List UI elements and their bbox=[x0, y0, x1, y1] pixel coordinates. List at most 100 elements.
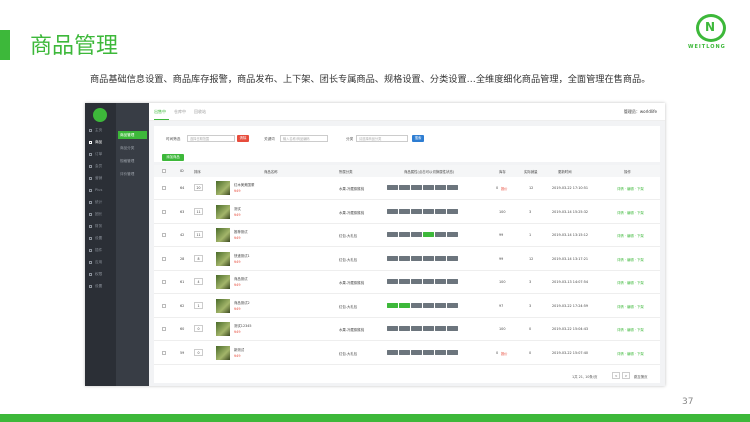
add-product-button[interactable]: 添加商品 bbox=[162, 154, 184, 161]
product-name[interactable]: 红木美美国董 bbox=[234, 182, 254, 187]
row-checkbox[interactable] bbox=[162, 280, 166, 284]
sidebar-item[interactable]: Plus bbox=[85, 185, 116, 195]
row-checkbox[interactable] bbox=[162, 327, 166, 331]
sidebar-item[interactable]: 插件 bbox=[85, 245, 116, 255]
attribute-toggle[interactable] bbox=[423, 255, 434, 261]
keyword-input[interactable]: 输入名称/商品编码 bbox=[280, 135, 328, 142]
attribute-toggle[interactable] bbox=[423, 279, 434, 284]
attribute-toggle[interactable] bbox=[423, 185, 434, 190]
attribute-toggle[interactable] bbox=[447, 349, 458, 355]
attribute-toggle[interactable] bbox=[435, 326, 446, 331]
sort-input[interactable]: 20 bbox=[194, 184, 203, 191]
col-sold[interactable]: 实际销量 bbox=[524, 169, 538, 174]
row-checkbox[interactable] bbox=[162, 186, 166, 190]
attribute-toggle[interactable] bbox=[447, 279, 458, 284]
subnav-item[interactable]: 规格管理 bbox=[118, 157, 147, 165]
row-checkbox[interactable] bbox=[162, 209, 166, 214]
attribute-toggle[interactable] bbox=[411, 185, 422, 190]
sidebar-item[interactable]: 统计 bbox=[85, 197, 116, 207]
attribute-toggle[interactable] bbox=[399, 208, 410, 214]
attribute-toggle[interactable] bbox=[411, 208, 422, 214]
sort-input[interactable]: 1 bbox=[194, 301, 203, 309]
attribute-toggle[interactable] bbox=[399, 302, 410, 308]
subnav-item[interactable]: 评价管理 bbox=[118, 170, 147, 178]
sidebar-item[interactable]: 财务 bbox=[85, 221, 116, 231]
attribute-toggle[interactable] bbox=[435, 302, 446, 308]
subnav-item[interactable]: 商品管理 bbox=[118, 131, 147, 139]
sidebar-item[interactable]: 设置 bbox=[85, 233, 116, 243]
attribute-toggle[interactable] bbox=[435, 185, 446, 190]
tab-on-sale[interactable]: 出售中 bbox=[154, 109, 166, 115]
attribute-toggle[interactable] bbox=[387, 349, 398, 355]
attribute-toggle[interactable] bbox=[435, 349, 446, 355]
row-actions[interactable]: 详情 · 编辑 · 下架 bbox=[617, 327, 644, 332]
attribute-toggle[interactable] bbox=[423, 208, 434, 214]
attribute-toggle[interactable] bbox=[387, 185, 398, 190]
attribute-toggle[interactable] bbox=[387, 232, 398, 237]
attribute-toggle[interactable] bbox=[423, 302, 434, 308]
attribute-toggle[interactable] bbox=[411, 349, 422, 355]
tab-recycle[interactable]: 回收站 bbox=[194, 109, 206, 115]
sort-input[interactable]: 11 bbox=[194, 207, 203, 215]
attribute-toggle[interactable] bbox=[399, 232, 410, 237]
row-checkbox[interactable] bbox=[162, 303, 166, 308]
attribute-toggle[interactable] bbox=[411, 326, 422, 331]
row-checkbox[interactable] bbox=[162, 350, 166, 355]
col-updated[interactable]: 更新时间 bbox=[558, 169, 572, 174]
sort-input[interactable]: 8 bbox=[194, 254, 203, 262]
attribute-toggle[interactable] bbox=[423, 232, 434, 237]
product-name[interactable]: 新测试 bbox=[234, 347, 244, 352]
attribute-toggle[interactable] bbox=[387, 255, 398, 261]
sidebar-item[interactable]: 设置 bbox=[85, 281, 116, 291]
row-actions[interactable]: 详情 · 编辑 · 下架 bbox=[617, 280, 644, 285]
attribute-toggle[interactable] bbox=[411, 232, 422, 237]
attribute-toggle[interactable] bbox=[447, 255, 458, 261]
attribute-toggle[interactable] bbox=[447, 302, 458, 308]
date-range-input[interactable]: 选择日期范围 bbox=[187, 135, 235, 142]
row-actions[interactable]: 详情 · 编辑 · 下架 bbox=[617, 257, 644, 262]
attribute-toggle[interactable] bbox=[447, 185, 458, 190]
col-sort[interactable]: 排序 bbox=[194, 169, 201, 174]
attribute-toggle[interactable] bbox=[387, 326, 398, 331]
row-checkbox[interactable] bbox=[162, 256, 166, 261]
attribute-toggle[interactable] bbox=[447, 232, 458, 237]
tab-warehouse[interactable]: 仓库中 bbox=[174, 109, 186, 115]
product-name[interactable]: 快递测试1 bbox=[234, 253, 250, 258]
product-name[interactable]: 商品测试2 bbox=[234, 300, 250, 305]
sort-input[interactable]: 11 bbox=[194, 231, 203, 238]
attribute-toggle[interactable] bbox=[423, 326, 434, 331]
attribute-toggle[interactable] bbox=[435, 232, 446, 237]
row-actions[interactable]: 详情 · 编辑 · 下架 bbox=[617, 186, 644, 191]
col-stock[interactable]: 库存 bbox=[499, 169, 506, 174]
sidebar-item[interactable]: 主页 bbox=[85, 125, 116, 135]
prev-page-button[interactable]: < bbox=[612, 372, 620, 379]
admin-user[interactable]: 管理员：worldlife bbox=[624, 109, 657, 115]
attribute-toggle[interactable] bbox=[423, 349, 434, 355]
select-all-checkbox[interactable] bbox=[162, 169, 166, 173]
subnav-item[interactable]: 商品分类 bbox=[118, 144, 147, 152]
row-actions[interactable]: 详情 · 编辑 · 下架 bbox=[617, 304, 644, 309]
attribute-toggle[interactable] bbox=[411, 302, 422, 308]
product-name[interactable]: 测试 bbox=[234, 206, 241, 211]
page-jump[interactable]: 跳至第页 bbox=[634, 374, 648, 379]
row-actions[interactable]: 详情 · 编辑 · 下架 bbox=[617, 233, 644, 238]
row-actions[interactable]: 详情 · 编辑 · 下架 bbox=[617, 210, 644, 215]
attribute-toggle[interactable] bbox=[447, 326, 458, 331]
attribute-toggle[interactable] bbox=[399, 255, 410, 261]
sidebar-item[interactable]: 团长 bbox=[85, 209, 116, 219]
sidebar-item[interactable]: 营销 bbox=[85, 173, 116, 183]
attribute-toggle[interactable] bbox=[399, 279, 410, 284]
product-name[interactable]: 商品测试 bbox=[234, 276, 248, 281]
attribute-toggle[interactable] bbox=[387, 302, 398, 308]
product-name[interactable]: 推荐测试 bbox=[234, 229, 248, 234]
attribute-toggle[interactable] bbox=[447, 208, 458, 214]
sort-input[interactable]: 0 bbox=[194, 325, 203, 332]
search-button[interactable]: 搜索 bbox=[412, 135, 424, 142]
clear-button[interactable]: 清除 bbox=[237, 135, 249, 142]
product-name[interactable]: 测试12345 bbox=[234, 323, 252, 328]
sort-input[interactable]: 4 bbox=[194, 278, 203, 285]
sidebar-item[interactable]: 订单 bbox=[85, 149, 116, 159]
row-actions[interactable]: 详情 · 编辑 · 下架 bbox=[617, 351, 644, 356]
sidebar-item[interactable]: 应用 bbox=[85, 257, 116, 267]
attribute-toggle[interactable] bbox=[387, 279, 398, 284]
